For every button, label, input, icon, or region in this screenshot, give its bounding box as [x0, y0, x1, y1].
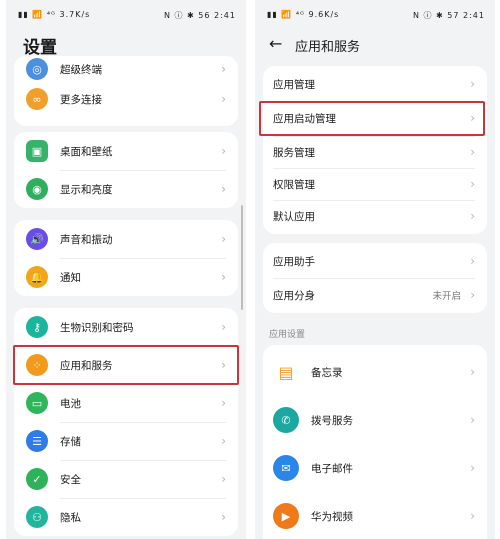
status-left: ▮▮ 📶 ⁴ᴳ 3.7K/s	[18, 10, 91, 19]
status-bar: ▮▮ 📶 ⁴ᴳ 9.6K/s N ⓘ ✱ 57 2:41	[255, 0, 495, 30]
menu-item-label: 默认应用	[273, 210, 315, 223]
app-item-email[interactable]: ✉ 电子邮件 ›	[263, 445, 487, 491]
chevron-right-icon: ›	[221, 510, 226, 524]
settings-item-display[interactable]: ◉ 显示和亮度 ›	[14, 170, 238, 208]
status-left: ▮▮ 📶 ⁴ᴳ 9.6K/s	[267, 10, 340, 19]
settings-item-label: 通知	[60, 271, 81, 284]
menu-item-app-twin[interactable]: 应用分身 未开启 ›	[263, 279, 487, 311]
menu-item-service-management[interactable]: 服务管理 ›	[263, 136, 487, 168]
chevron-right-icon: ›	[470, 145, 475, 159]
app-item-label: 电子邮件	[311, 462, 353, 475]
menu-item-label: 服务管理	[273, 146, 315, 159]
settings-item-label: 显示和亮度	[60, 183, 113, 196]
menu-item-label: 应用助手	[273, 255, 315, 268]
apps-card-management: 应用管理 › 应用启动管理 › 服务管理 › 权限管理 › 默认应用 ›	[263, 66, 487, 234]
shield-icon: ✓	[26, 468, 48, 490]
menu-item-label: 应用分身	[273, 289, 315, 302]
storage-icon: ☰	[26, 430, 48, 452]
chevron-right-icon: ›	[221, 320, 226, 334]
menu-item-default-apps[interactable]: 默认应用 ›	[263, 200, 487, 232]
back-arrow-icon[interactable]: ←	[269, 34, 282, 53]
status-right: N ⓘ ✱ 56 2:41	[163, 11, 236, 20]
status-right: N ⓘ ✱ 57 2:41	[412, 11, 485, 20]
settings-card-sound: 🔊 声音和振动 › 🔔 通知 ›	[14, 220, 238, 296]
phone-icon: ✆	[273, 407, 299, 433]
settings-item-label: 安全	[60, 473, 81, 486]
speaker-icon: 🔊	[26, 228, 48, 250]
video-icon: ▶	[273, 503, 299, 529]
chevron-right-icon: ›	[221, 472, 226, 486]
chevron-right-icon: ›	[221, 144, 226, 158]
super-device-icon: ◎	[26, 58, 48, 80]
chevron-right-icon: ›	[470, 509, 475, 523]
settings-item-label: 电池	[60, 397, 81, 410]
settings-item-wallpaper[interactable]: ▣ 桌面和壁纸 ›	[14, 132, 238, 170]
settings-item-notifications[interactable]: 🔔 通知 ›	[14, 258, 238, 296]
chevron-right-icon: ›	[221, 62, 226, 76]
mail-icon: ✉	[273, 455, 299, 481]
apps-card-settings: ▤ 备忘录 › ✆ 拨号服务 › ✉ 电子邮件 › ▶ 华为视频 ›	[263, 345, 487, 539]
app-item-label: 拨号服务	[311, 414, 353, 427]
apps-card-assistant: 应用助手 › 应用分身 未开启 ›	[263, 243, 487, 313]
chevron-right-icon: ›	[221, 232, 226, 246]
settings-item-more-connections[interactable]: ∞ 更多连接 ›	[14, 80, 238, 118]
settings-card-security: ⚷ 生物识别和密码 › ⁘ 应用和服务 › ▭ 电池 › ☰ 存储 › ✓ 安全…	[14, 308, 238, 536]
menu-item-label: 应用管理	[273, 78, 315, 91]
app-item-label: 备忘录	[311, 366, 343, 379]
settings-item-label: 存储	[60, 435, 81, 448]
settings-item-label: 桌面和壁纸	[60, 145, 113, 158]
chevron-right-icon: ›	[221, 182, 226, 196]
menu-item-app-assistant[interactable]: 应用助手 ›	[263, 245, 487, 277]
menu-item-label: 权限管理	[273, 178, 315, 191]
settings-item-label: 生物识别和密码	[60, 321, 134, 334]
menu-item-app-management[interactable]: 应用管理 ›	[263, 68, 487, 100]
app-item-huawei-video[interactable]: ▶ 华为视频 ›	[263, 493, 487, 539]
settings-item-label: 更多连接	[60, 93, 102, 106]
bell-icon: 🔔	[26, 266, 48, 288]
chevron-right-icon: ›	[221, 396, 226, 410]
apps-services-screen: ▮▮ 📶 ⁴ᴳ 9.6K/s N ⓘ ✱ 57 2:41 ← 应用和服务 应用管…	[255, 0, 495, 539]
settings-item-privacy[interactable]: ⚇ 隐私 ›	[14, 498, 238, 536]
chevron-right-icon: ›	[470, 288, 475, 302]
highlight-box	[13, 345, 239, 385]
chevron-right-icon: ›	[470, 77, 475, 91]
scrollbar[interactable]	[241, 205, 243, 310]
settings-item-label: 超级终端	[60, 63, 102, 76]
menu-item-permissions[interactable]: 权限管理 ›	[263, 168, 487, 200]
app-item-dialer[interactable]: ✆ 拨号服务 ›	[263, 397, 487, 443]
chevron-right-icon: ›	[470, 461, 475, 475]
section-label: 应用设置	[269, 330, 306, 340]
settings-item-storage[interactable]: ☰ 存储 ›	[14, 422, 238, 460]
chevron-right-icon: ›	[470, 365, 475, 379]
settings-item-sound[interactable]: 🔊 声音和振动 ›	[14, 220, 238, 258]
wallpaper-icon: ▣	[26, 140, 48, 162]
settings-item-label: 隐私	[60, 511, 81, 524]
chevron-right-icon: ›	[221, 270, 226, 284]
chevron-right-icon: ›	[470, 177, 475, 191]
status-bar: ▮▮ 📶 ⁴ᴳ 3.7K/s N ⓘ ✱ 56 2:41	[6, 0, 246, 30]
chevron-right-icon: ›	[221, 434, 226, 448]
eye-icon: ◉	[26, 178, 48, 200]
settings-item-label: 声音和振动	[60, 233, 113, 246]
privacy-icon: ⚇	[26, 506, 48, 528]
app-item-label: 华为视频	[311, 510, 353, 523]
highlight-box	[259, 101, 485, 136]
page-title: 应用和服务	[295, 40, 361, 55]
chevron-right-icon: ›	[221, 92, 226, 106]
settings-card-display: ▣ 桌面和壁纸 › ◉ 显示和亮度 ›	[14, 132, 238, 208]
link-icon: ∞	[26, 88, 48, 110]
chevron-right-icon: ›	[470, 254, 475, 268]
settings-item-security[interactable]: ✓ 安全 ›	[14, 460, 238, 498]
battery-icon: ▭	[26, 392, 48, 414]
key-icon: ⚷	[26, 316, 48, 338]
settings-item-battery[interactable]: ▭ 电池 ›	[14, 384, 238, 422]
app-item-memo[interactable]: ▤ 备忘录 ›	[263, 349, 487, 395]
memo-icon: ▤	[278, 362, 294, 382]
settings-screen: ▮▮ 📶 ⁴ᴳ 3.7K/s N ⓘ ✱ 56 2:41 设置 ◎ 超级终端 ›…	[6, 0, 246, 539]
chevron-right-icon: ›	[470, 413, 475, 427]
settings-card-connect: ◎ 超级终端 › ∞ 更多连接 ›	[14, 56, 238, 126]
chevron-right-icon: ›	[470, 209, 475, 223]
settings-item-biometrics[interactable]: ⚷ 生物识别和密码 ›	[14, 308, 238, 346]
status-value: 未开启	[432, 291, 461, 302]
